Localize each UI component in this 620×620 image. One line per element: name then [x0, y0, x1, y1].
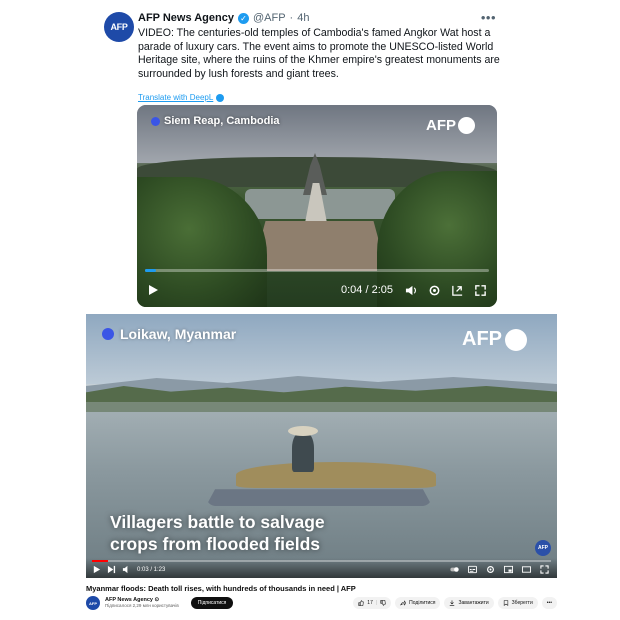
video-location-text: Siem Reap, Cambodia [164, 115, 280, 127]
video-frame-grass [86, 402, 557, 412]
video-controls: 0:04 / 2:05 [147, 282, 487, 298]
subscriber-count: Підписалося 2,29 млн користувачів [105, 603, 179, 608]
channel-info: AFP News Agency ⊙ Підписалося 2,29 млн к… [105, 597, 179, 609]
video-caption: Villagers battle to salvage crops from f… [110, 511, 325, 555]
download-icon [450, 600, 455, 606]
like-divider: | [375, 600, 378, 606]
tweet-header: AFP News Agency ✓ @AFP · 4h [138, 12, 309, 24]
afp-watermark: AFP [426, 117, 475, 134]
share-icon [400, 600, 407, 606]
video-progress-bar[interactable] [145, 269, 489, 272]
video-time-display: 0:04 / 2:05 [341, 284, 393, 296]
video-location-label: Loikaw, Myanmar [102, 326, 236, 342]
video-location-label: Siem Reap, Cambodia [151, 115, 280, 127]
afp-watermark: AFP [462, 328, 527, 351]
translate-link[interactable]: Translate with DeepL [138, 93, 225, 102]
video-controls: 0:03 / 1:23 [92, 564, 549, 575]
caption-line-2: crops from flooded fields [110, 534, 321, 554]
download-label: Завантажити [458, 600, 489, 606]
video-progress-fill [92, 560, 109, 562]
fullscreen-icon[interactable] [540, 565, 549, 574]
video-right-controls: 0:04 / 2:05 [341, 284, 487, 297]
video-meta-row: AFP AFP News Agency ⊙ Підписалося 2,29 м… [86, 596, 557, 610]
autoplay-toggle-icon[interactable] [450, 565, 459, 574]
tweet-video-player[interactable]: Siem Reap, Cambodia AFP 0:04 / 2:05 [137, 105, 497, 307]
video-title: Myanmar floods: Death toll rises, with h… [86, 584, 356, 593]
location-dot-icon [102, 328, 114, 340]
subscribe-button[interactable]: Підписатися [190, 597, 234, 609]
download-button[interactable]: Завантажити [444, 597, 494, 609]
separator-dot: · [289, 12, 294, 24]
save-label: Зберегти [511, 600, 533, 606]
video-frame-hat [288, 426, 318, 436]
afp-avatar[interactable]: AFP [104, 12, 134, 42]
video-location-text: Loikaw, Myanmar [120, 326, 237, 342]
afp-logo-text: AFP [426, 117, 456, 134]
afp-logo-text: AFP [462, 328, 502, 350]
share-label: Поділитися [409, 600, 436, 606]
video-frame-hay [236, 462, 436, 488]
more-actions-button[interactable]: ••• [541, 597, 557, 609]
subtitles-icon[interactable] [468, 565, 477, 574]
settings-gear-icon[interactable] [428, 284, 441, 297]
next-icon[interactable] [107, 565, 116, 574]
more-options-icon[interactable]: ••• [481, 10, 496, 25]
settings-gear-icon[interactable] [486, 565, 495, 574]
like-dislike-button[interactable]: 17 | [353, 597, 392, 609]
author-handle[interactable]: @AFP [253, 12, 286, 24]
video-actions: 17 | Поділитися Завантажити Зберегти ••• [353, 597, 557, 609]
video-progress-fill [145, 269, 156, 272]
video-progress-bar[interactable] [92, 560, 551, 562]
save-button[interactable]: Зберегти [497, 597, 538, 609]
volume-icon[interactable] [405, 284, 418, 297]
thumbs-up-icon[interactable] [358, 600, 364, 606]
video-frame-crowd [252, 221, 387, 271]
like-count: 17 [367, 600, 373, 606]
video-time-display: 0:03 / 1:23 [137, 566, 166, 573]
video-frame-person [292, 432, 314, 472]
fullscreen-icon[interactable] [474, 284, 487, 297]
play-icon[interactable] [147, 284, 159, 296]
tweet-timestamp[interactable]: 4h [297, 12, 309, 24]
channel-avatar[interactable]: AFP [86, 596, 100, 610]
afp-logo-circle-icon [458, 117, 475, 134]
location-dot-icon [151, 116, 160, 126]
translate-label[interactable]: Translate with DeepL [138, 93, 213, 102]
video-frame-sky [137, 105, 497, 163]
channel-watermark-badge[interactable]: AFP [535, 540, 551, 556]
picture-in-picture-icon[interactable] [451, 284, 464, 297]
share-button[interactable]: Поділитися [395, 597, 441, 609]
deepl-icon [216, 93, 225, 102]
youtube-video-player[interactable]: Loikaw, Myanmar AFP Villagers battle to … [86, 314, 557, 578]
afp-logo-circle-icon [505, 328, 527, 351]
bookmark-icon [503, 600, 508, 606]
thumbs-down-icon[interactable] [380, 600, 386, 606]
volume-icon[interactable] [122, 565, 131, 574]
miniplayer-icon[interactable] [504, 565, 513, 574]
tweet-text: VIDEO: The centuries-old temples of Camb… [138, 27, 500, 80]
caption-line-1: Villagers battle to salvage [110, 512, 325, 532]
author-name[interactable]: AFP News Agency [138, 12, 234, 24]
theater-mode-icon[interactable] [522, 565, 531, 574]
verified-badge-icon: ✓ [237, 12, 249, 24]
video-right-controls [450, 565, 549, 574]
tweet-card[interactable]: AFP AFP News Agency ✓ @AFP · 4h ••• VIDE… [100, 8, 510, 310]
play-icon[interactable] [92, 565, 101, 574]
